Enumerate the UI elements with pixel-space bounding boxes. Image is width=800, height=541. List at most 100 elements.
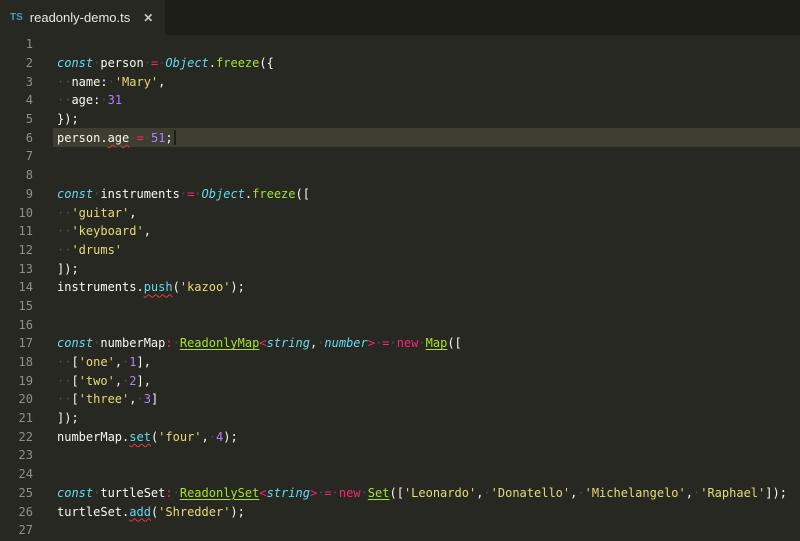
line-number: 7 [25, 149, 33, 164]
whitespace-dot: · [93, 56, 101, 71]
code-line[interactable]: 16 [0, 315, 800, 334]
line-number: 12 [18, 242, 33, 257]
whitespace-dot: · [179, 186, 188, 201]
whitespace-dot: · [172, 485, 180, 500]
line-number: 20 [18, 392, 33, 407]
tab-title: readonly-demo.ts [29, 10, 131, 25]
code-line[interactable]: 17 const ·numberMap: · ReadonlyMap < string ,· n… [0, 334, 800, 353]
line-number: 9 [25, 186, 33, 201]
line-number: 2 [25, 56, 33, 71]
whitespace-dot: ·· [57, 373, 72, 388]
code-line[interactable]: 4 ··age:· 31 [0, 91, 800, 110]
code-text: const ·turtleSet: · ReadonlySet < string > · = · n… [57, 485, 787, 500]
whitespace-dot: · [418, 336, 426, 351]
code-text: ··name:· 'Mary', [57, 74, 166, 89]
code-line[interactable]: 10 ··'guitar', [0, 203, 800, 222]
whitespace-dot: ·· [57, 355, 72, 370]
code-line[interactable]: 22 numberMap. set('four' ,· 4); [0, 427, 800, 446]
code-line[interactable]: 6 person. age · = · 51; [0, 128, 800, 148]
code-line[interactable]: 19 ··['two' ,· 2], [0, 371, 800, 390]
whitespace-dot: ·· [57, 242, 72, 257]
whitespace-dot: · [375, 336, 383, 351]
line-number: 1 [25, 37, 33, 52]
whitespace-dot: · [483, 485, 491, 500]
code-line[interactable]: 9 const ·instruments· = · Object. freeze([ [0, 185, 800, 204]
whitespace-dot: · [693, 485, 701, 500]
whitespace-dot: · [208, 429, 216, 444]
code-line[interactable]: 11 ··'keyboard', [0, 222, 800, 241]
code-line[interactable]: 12 ··'drums' [0, 241, 800, 260]
line-number: 25 [18, 485, 33, 500]
line-number: 14 [18, 280, 33, 295]
tab-readonly-demo[interactable]: TS readonly-demo.ts ✕ [0, 0, 166, 35]
line-number: 24 [18, 467, 33, 482]
code-line[interactable]: 23 [0, 446, 800, 465]
code-text: const ·numberMap: · ReadonlyMap < string ,· num… [57, 336, 462, 351]
code-text: const ·instruments· = · Object. freeze([ [57, 186, 310, 201]
code-line[interactable]: 18 ··['one' ,· 1], [0, 353, 800, 372]
whitespace-dot: ·· [57, 205, 72, 220]
whitespace-dot: · [317, 485, 325, 500]
whitespace-dot: · [317, 336, 325, 351]
line-number: 26 [18, 504, 33, 519]
code-text: }); [57, 112, 79, 127]
tab-bar-empty-space [165, 0, 800, 35]
whitespace-dot: · [100, 93, 108, 108]
close-icon[interactable]: ✕ [143, 12, 153, 24]
typescript-file-icon: TS [10, 12, 23, 23]
whitespace-dot: · [122, 373, 130, 388]
code-area: 1 2 const ·person· = · Object. freeze({3 ··name:… [0, 35, 800, 540]
code-line[interactable]: 27 [0, 521, 800, 540]
code-line[interactable]: 1 [0, 35, 800, 54]
whitespace-dot: · [122, 355, 130, 370]
line-number: 6 [25, 130, 33, 145]
code-text: ··['one' ,· 1], [57, 355, 151, 370]
code-line[interactable]: 2 const ·person· = · Object. freeze({ [0, 54, 800, 73]
whitespace-dot: · [93, 336, 101, 351]
line-number: 22 [18, 429, 33, 444]
code-text: ]); [57, 261, 79, 276]
code-line[interactable]: 7 [0, 147, 800, 166]
code-line[interactable]: 14 instruments. push('kazoo'); [0, 278, 800, 297]
code-text: ··['two' ,· 2], [57, 373, 151, 388]
whitespace-dot: · [93, 186, 101, 201]
text-cursor [173, 130, 176, 146]
whitespace-dot: · [194, 186, 202, 201]
whitespace-dot: · [158, 56, 166, 71]
code-editor[interactable]: 1 2 const ·person· = · Object. freeze({3 ··name:… [0, 35, 800, 541]
code-line[interactable]: 24 [0, 465, 800, 484]
line-number: 11 [18, 224, 33, 239]
whitespace-dot: ·· [57, 74, 72, 89]
code-text: turtleSet. add('Shredder'); [57, 504, 245, 519]
code-text: ··'keyboard', [57, 224, 151, 239]
whitespace-dot: · [360, 485, 368, 500]
line-number: 15 [18, 298, 33, 313]
code-line[interactable]: 5}); [0, 110, 800, 129]
code-line[interactable]: 3 ··name:· 'Mary', [0, 72, 800, 91]
line-number: 10 [18, 205, 33, 220]
code-line[interactable]: 13]); [0, 259, 800, 278]
code-line[interactable]: 26 turtleSet. add('Shredder'); [0, 502, 800, 521]
line-number: 8 [25, 168, 33, 183]
code-text: ]); [57, 411, 79, 426]
line-number: 5 [25, 112, 33, 127]
code-line[interactable]: 20 ··['three' ,· 3] [0, 390, 800, 409]
code-line[interactable]: 8 [0, 166, 800, 185]
whitespace-dot: · [577, 485, 585, 500]
code-line[interactable]: 21]); [0, 409, 800, 428]
line-number: 3 [25, 74, 33, 89]
whitespace-dot: · [143, 130, 151, 145]
line-number: 4 [25, 93, 33, 108]
code-line[interactable]: 15 [0, 297, 800, 316]
line-number: 19 [18, 373, 33, 388]
code-line[interactable]: 25 const ·turtleSet: · ReadonlySet < string > · =… [0, 484, 800, 503]
code-text: ··age:· 31 [57, 93, 123, 108]
line-number: 27 [18, 523, 33, 538]
line-number: 13 [18, 261, 33, 276]
